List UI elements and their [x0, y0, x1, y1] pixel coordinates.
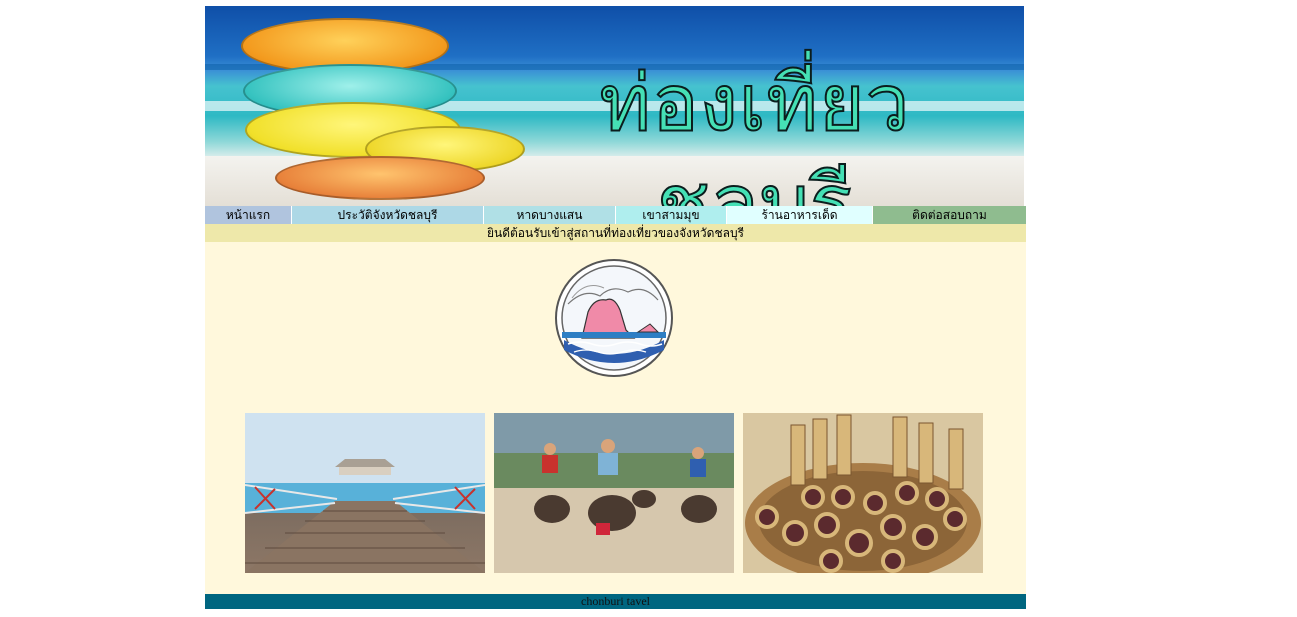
nav-item-khao-sam-muk[interactable]: เขาสามมุข	[616, 206, 727, 224]
page-container: ท่องเที่ยวชลบุรี หน้าแรก ประวัติจังหวัดช…	[205, 6, 1026, 609]
header-banner: ท่องเที่ยวชลบุรี	[205, 6, 1024, 206]
bamboo-sticky-rice-illustration	[743, 413, 983, 573]
swim-ring-icon	[275, 156, 485, 200]
nav-item-contact[interactable]: ติดต่อสอบถาม	[873, 206, 1026, 224]
chonburi-provincial-seal-icon	[555, 259, 673, 377]
pier-photo	[245, 413, 485, 573]
nav-item-restaurants[interactable]: ร้านอาหารเด็ด	[727, 206, 873, 224]
nav-item-history[interactable]: ประวัติจังหวัดชลบุรี	[292, 206, 484, 224]
nav-item-bangsaen-beach[interactable]: หาดบางแสน	[484, 206, 616, 224]
nav-item-home[interactable]: หน้าแรก	[205, 206, 292, 224]
pier-illustration	[245, 413, 485, 573]
welcome-bar: ยินดีต้อนรับเข้าสู่สถานที่ท่องเที่ยวของจ…	[205, 224, 1026, 242]
bamboo-sticky-rice-photo	[743, 413, 983, 573]
banner-title: ท่องเที่ยวชลบุรี	[599, 58, 911, 206]
buffalo-race-photo	[494, 413, 734, 573]
footer-bar: chonburi tavel	[205, 594, 1026, 609]
main-content	[205, 242, 1026, 594]
buffalo-race-illustration	[494, 413, 734, 573]
main-nav: หน้าแรก ประวัติจังหวัดชลบุรี หาดบางแสน เ…	[205, 206, 1026, 224]
